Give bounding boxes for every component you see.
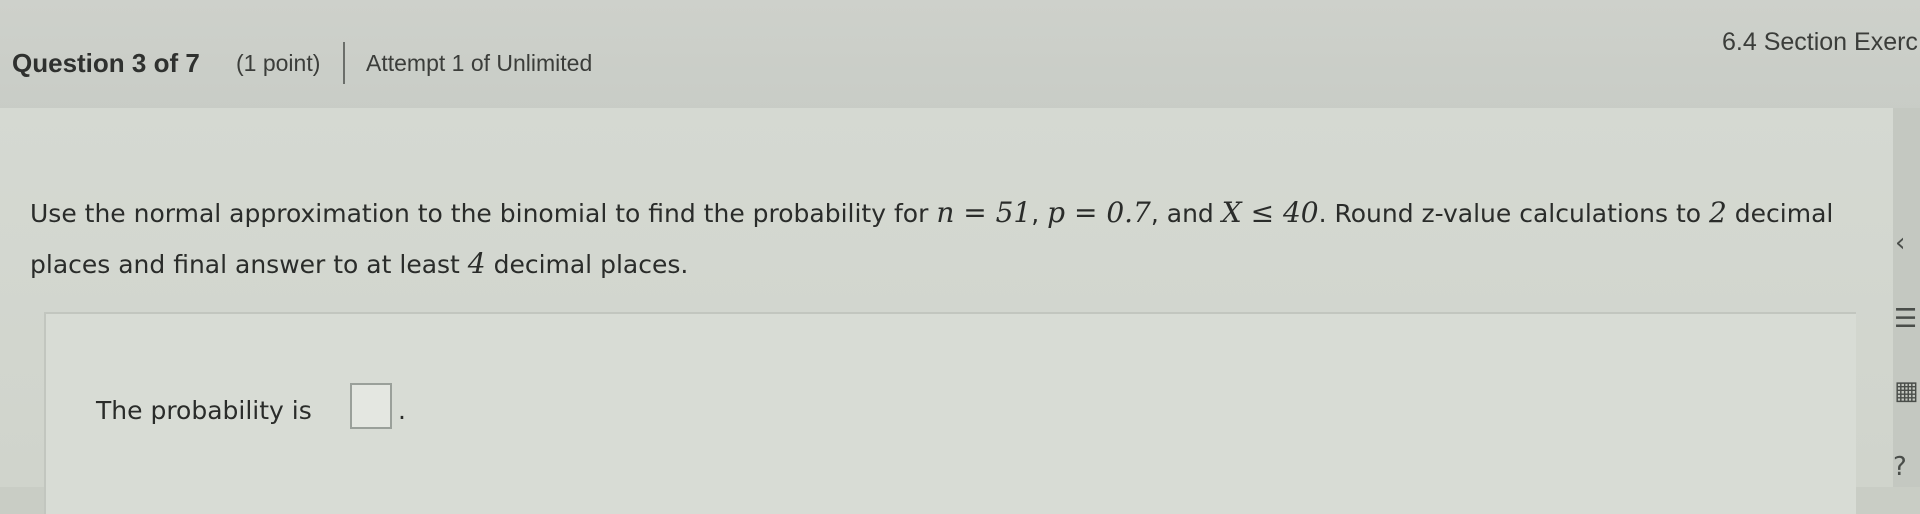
- prompt-text: Use the normal approximation to the bino…: [30, 199, 937, 228]
- attempt-count: Attempt 1 of Unlimited: [366, 50, 593, 76]
- final-places: 4: [467, 247, 486, 280]
- right-toolbar: ‹ ☰ ▦ ?: [1893, 108, 1920, 487]
- question-points: (1 point): [236, 50, 321, 76]
- section-title: 6.4 Section Exerc: [1722, 28, 1918, 56]
- question-title: Question 3 of 7: [12, 48, 200, 78]
- list-icon[interactable]: ☰: [1894, 304, 1917, 334]
- header-divider: [343, 42, 345, 84]
- prompt-separator: ,: [1031, 199, 1048, 228]
- math-n: n = 51: [936, 196, 1032, 229]
- answer-period: .: [398, 396, 406, 425]
- help-icon[interactable]: ?: [1893, 452, 1907, 482]
- prompt-text: decimal places.: [485, 250, 689, 279]
- prompt-separator: , and: [1150, 199, 1222, 228]
- calculator-icon[interactable]: ▦: [1894, 376, 1919, 406]
- math-p: p = 0.7: [1047, 196, 1151, 229]
- round-places: 2: [1709, 196, 1727, 229]
- question-header: Question 3 of 7 (1 point) Attempt 1 of U…: [0, 0, 1920, 118]
- question-prompt: Use the normal approximation to the bino…: [30, 188, 1850, 290]
- answer-panel: [44, 312, 1856, 514]
- chevron-left-icon[interactable]: ‹: [1895, 228, 1905, 258]
- probability-answer-input[interactable]: [350, 383, 392, 429]
- answer-label: The probability is: [96, 396, 312, 425]
- prompt-text: . Round z-value calculations to: [1318, 199, 1709, 228]
- math-x: X ≤ 40: [1221, 196, 1319, 229]
